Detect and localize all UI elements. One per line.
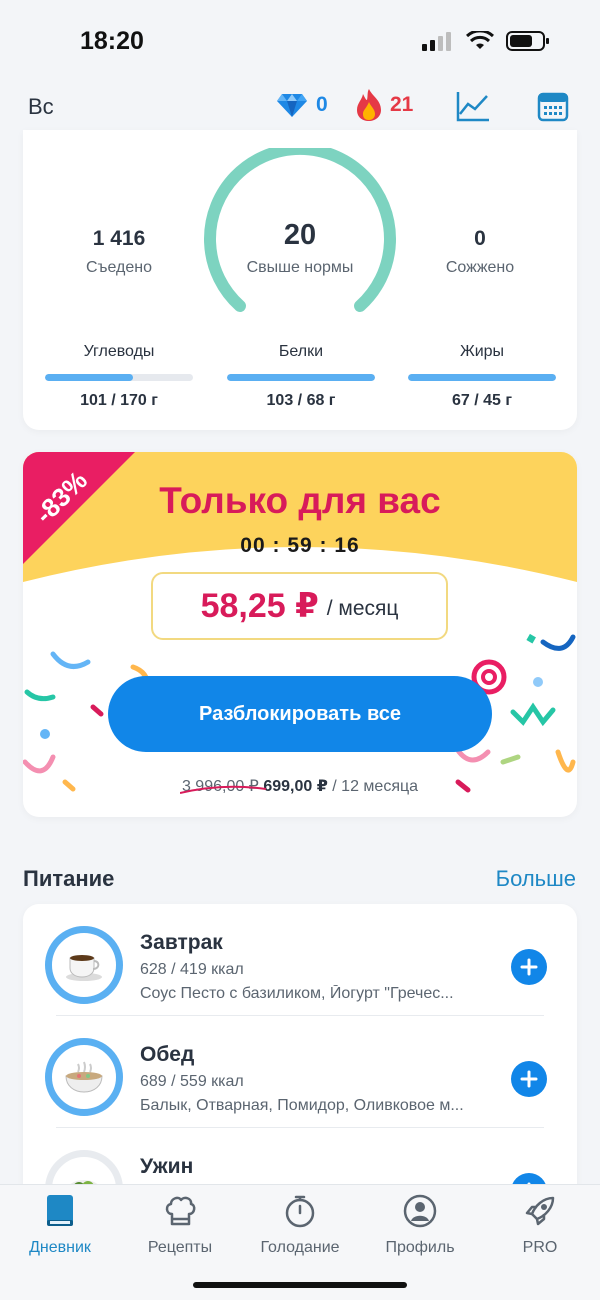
plus-icon — [520, 958, 538, 976]
meal-name: Ужин — [140, 1155, 194, 1178]
profile-icon — [403, 1194, 437, 1228]
calorie-summary-card: 1 416 Съедено 20 Свыше нормы 0 Сожжено У… — [23, 130, 577, 430]
promo-timer: 00 : 59 : 16 — [240, 534, 360, 557]
macro-progress-bar — [45, 374, 193, 381]
tab-fasting[interactable]: Голодание — [245, 1193, 355, 1257]
add-food-button[interactable] — [511, 1061, 547, 1097]
gems-count: 0 — [316, 93, 328, 116]
streak-counter[interactable]: 21 — [354, 88, 413, 122]
tab-label: Голодание — [260, 1239, 340, 1256]
annual-term: / 12 месяца — [332, 778, 419, 795]
signal-icon — [422, 32, 451, 51]
nutrition-more-link[interactable]: Больше — [496, 866, 576, 892]
meal-avatar — [45, 1038, 123, 1116]
macro-progress-fill — [45, 374, 133, 381]
status-icons — [422, 30, 550, 52]
meal-items: Балык, Отварная, Помидор, Оливковое м... — [140, 1097, 464, 1114]
old-price: 3 996,00 ₽ — [179, 778, 266, 795]
fire-icon — [357, 89, 381, 121]
eaten-label: Съедено — [85, 259, 153, 276]
meal-avatar — [45, 926, 123, 1004]
meal-breakfast[interactable]: Завтрак 628 / 419 ккал Соус Песто с бази… — [23, 904, 577, 1016]
soup-bowl-icon — [65, 1061, 103, 1093]
battery-icon — [506, 31, 549, 51]
add-food-button[interactable] — [511, 949, 547, 985]
macro-progress-bar — [408, 374, 556, 381]
tab-label: Профиль — [385, 1239, 455, 1256]
macro-value: 103 / 68 г — [266, 392, 336, 409]
meal-calories: 689 / 559 ккал — [140, 1073, 244, 1090]
macro-protein: Белки 103 / 68 г — [226, 343, 376, 410]
over-norm-value: 20 — [283, 219, 317, 251]
macro-progress-fill — [408, 374, 556, 381]
price-period: / месяц — [326, 597, 399, 620]
wifi-icon — [466, 31, 494, 49]
tab-diary[interactable]: Дневник — [5, 1193, 115, 1257]
top-bar: Вс 0 21 — [0, 80, 600, 136]
burned-stat: 0 Сожжено — [400, 227, 560, 277]
eaten-value: 1 416 — [92, 227, 146, 250]
streak-count: 21 — [390, 93, 414, 116]
plus-icon — [520, 1070, 538, 1088]
diamond-icon — [277, 94, 307, 117]
meal-lunch[interactable]: Обед 689 / 559 ккал Балык, Отварная, Пом… — [23, 1016, 577, 1128]
macro-value: 101 / 170 г — [80, 392, 158, 409]
chart-icon[interactable] — [456, 90, 490, 122]
eaten-stat: 1 416 Съедено — [39, 227, 199, 277]
burned-value: 0 — [474, 227, 486, 250]
status-bar: 18:20 — [0, 0, 600, 80]
monthly-price: 58,25 ₽ — [200, 587, 319, 625]
promo-card[interactable]: -83% Только для вас 00 : 59 : 16 58,25 ₽… — [23, 452, 577, 817]
book-icon — [47, 1195, 73, 1226]
rocket-icon — [525, 1196, 555, 1226]
status-time: 18:20 — [80, 27, 144, 55]
home-indicator — [193, 1282, 407, 1288]
calendar-icon[interactable] — [537, 90, 569, 122]
tab-profile[interactable]: Профиль — [365, 1193, 475, 1257]
tab-pro[interactable]: PRO — [485, 1193, 595, 1257]
promo-title: Только для вас — [159, 480, 441, 521]
tab-label: PRO — [522, 1239, 558, 1256]
macro-value: 67 / 45 г — [451, 392, 513, 409]
macro-progress-bar — [227, 374, 375, 381]
meal-items: Соус Песто с базиликом, Йогурт "Гречес..… — [140, 985, 454, 1002]
meal-name: Обед — [140, 1043, 195, 1066]
annual-price: 699,00 ₽ — [263, 778, 328, 795]
day-selector[interactable]: Вс — [28, 94, 54, 120]
macro-fat: Жиры 67 / 45 г — [407, 343, 557, 410]
meal-name: Завтрак — [140, 931, 223, 954]
chef-hat-icon — [165, 1196, 196, 1226]
macro-name: Белки — [278, 343, 324, 360]
tab-label: Рецепты — [147, 1239, 213, 1256]
unlock-all-button[interactable]: Разблокировать все — [108, 676, 492, 752]
nutrition-title: Питание — [23, 866, 115, 891]
tab-label: Дневник — [29, 1239, 91, 1256]
burned-label: Сожжено — [445, 259, 515, 276]
annual-price-row: 3 996,00 ₽ 699,00 ₽ / 12 месяца — [23, 776, 577, 796]
coffee-cup-icon — [66, 955, 102, 981]
over-norm-label: Свыше нормы — [246, 259, 354, 276]
macro-name: Углеводы — [83, 343, 155, 360]
macro-progress-fill — [227, 374, 375, 381]
macro-name: Жиры — [459, 343, 505, 360]
macro-carbs: Углеводы 101 / 170 г — [44, 343, 194, 410]
gems-counter[interactable]: 0 — [276, 92, 328, 118]
stopwatch-icon — [285, 1195, 315, 1228]
meal-calories: 628 / 419 ккал — [140, 961, 244, 978]
tab-recipes[interactable]: Рецепты — [125, 1193, 235, 1257]
price-box: 58,25 ₽ / месяц — [151, 572, 448, 640]
meals-list: Завтрак 628 / 419 ккал Соус Песто с бази… — [23, 904, 577, 1204]
